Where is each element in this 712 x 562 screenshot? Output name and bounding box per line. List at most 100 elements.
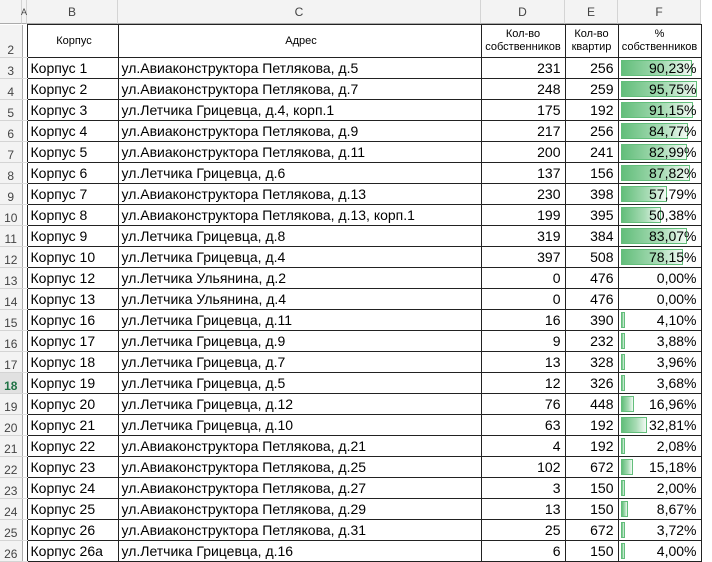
cell-apartments[interactable]: 192: [565, 435, 619, 457]
cell-apartments[interactable]: 395: [565, 204, 619, 226]
cell-owners[interactable]: 231: [481, 57, 566, 79]
row-header[interactable]: 19: [0, 393, 23, 415]
cell-apartments[interactable]: 476: [565, 288, 619, 310]
cell-apartments[interactable]: 256: [565, 120, 619, 142]
cell-owners[interactable]: 137: [481, 162, 566, 184]
cell-building[interactable]: Корпус 21: [27, 414, 119, 436]
cell-percent[interactable]: 4,00%: [618, 540, 702, 562]
cell-address[interactable]: ул.Летчика Грицевца, д.12: [118, 393, 482, 415]
row-header[interactable]: 9: [0, 183, 23, 205]
cell-apartments[interactable]: 508: [565, 246, 619, 268]
cell-percent[interactable]: 90,23%: [618, 57, 702, 79]
cell-percent[interactable]: 3,72%: [618, 519, 702, 541]
row-header[interactable]: 22: [0, 456, 23, 478]
cell-apartments[interactable]: 156: [565, 162, 619, 184]
header-cell-percent[interactable]: % собственников: [618, 24, 702, 58]
cell-building[interactable]: Корпус 26: [27, 519, 119, 541]
header-cell-apartments[interactable]: Кол-во квартир: [565, 24, 619, 58]
cell-apartments[interactable]: 192: [565, 99, 619, 121]
cell-owners[interactable]: 76: [481, 393, 566, 415]
cell-building[interactable]: Корпус 7: [27, 183, 119, 205]
cell-percent[interactable]: 15,18%: [618, 456, 702, 478]
row-header[interactable]: 2: [0, 24, 23, 58]
cell-building[interactable]: Корпус 3: [27, 99, 119, 121]
cell-address[interactable]: ул.Авиаконструктора Петлякова, д.13, кор…: [118, 204, 482, 226]
cell-owners[interactable]: 25: [481, 519, 566, 541]
cell-apartments[interactable]: 241: [565, 141, 619, 163]
row-header[interactable]: 21: [0, 435, 23, 457]
cell-building[interactable]: Корпус 23: [27, 456, 119, 478]
cell-percent[interactable]: 50,38%: [618, 204, 702, 226]
cell-address[interactable]: ул.Авиаконструктора Петлякова, д.29: [118, 498, 482, 520]
row-header[interactable]: 11: [0, 225, 23, 247]
row-header[interactable]: 4: [0, 78, 23, 100]
cell-address[interactable]: ул.Летчика Грицевца, д.10: [118, 414, 482, 436]
cell-building[interactable]: Корпус 12: [27, 267, 119, 289]
cell-building[interactable]: Корпус 20: [27, 393, 119, 415]
cell-address[interactable]: ул.Авиаконструктора Петлякова, д.5: [118, 57, 482, 79]
cell-apartments[interactable]: 326: [565, 372, 619, 394]
row-header[interactable]: 6: [0, 120, 23, 142]
cell-address[interactable]: ул.Летчика Ульянина, д.4: [118, 288, 482, 310]
cell-percent[interactable]: 78,15%: [618, 246, 702, 268]
cell-owners[interactable]: 16: [481, 309, 566, 331]
cell-percent[interactable]: 2,08%: [618, 435, 702, 457]
cell-building[interactable]: Корпус 4: [27, 120, 119, 142]
cell-address[interactable]: ул.Летчика Грицевца, д.16: [118, 540, 482, 562]
cell-apartments[interactable]: 150: [565, 540, 619, 562]
row-header[interactable]: 10: [0, 204, 23, 226]
cell-owners[interactable]: 397: [481, 246, 566, 268]
cell-address[interactable]: ул.Авиаконструктора Петлякова, д.13: [118, 183, 482, 205]
cell-apartments[interactable]: 672: [565, 519, 619, 541]
cell-owners[interactable]: 12: [481, 372, 566, 394]
column-header-d[interactable]: D: [481, 0, 565, 24]
cell-percent[interactable]: 83,07%: [618, 225, 702, 247]
cell-building[interactable]: Корпус 17: [27, 330, 119, 352]
row-header[interactable]: 18: [0, 372, 23, 394]
cell-address[interactable]: ул.Авиаконструктора Петлякова, д.9: [118, 120, 482, 142]
header-cell-building[interactable]: Корпус: [27, 24, 119, 58]
cell-address[interactable]: ул.Летчика Грицевца, д.7: [118, 351, 482, 373]
cell-apartments[interactable]: 259: [565, 78, 619, 100]
cell-apartments[interactable]: 390: [565, 309, 619, 331]
cell-address[interactable]: ул.Летчика Грицевца, д.9: [118, 330, 482, 352]
row-header[interactable]: 13: [0, 267, 23, 289]
cell-building[interactable]: Корпус 19: [27, 372, 119, 394]
row-header[interactable]: 8: [0, 162, 23, 184]
cell-address[interactable]: ул.Летчика Грицевца, д.8: [118, 225, 482, 247]
row-header[interactable]: 17: [0, 351, 23, 373]
cell-owners[interactable]: 9: [481, 330, 566, 352]
cell-percent[interactable]: 32,81%: [618, 414, 702, 436]
row-header[interactable]: 14: [0, 288, 23, 310]
row-header[interactable]: 5: [0, 99, 23, 121]
cell-address[interactable]: ул.Летчика Грицевца, д.4: [118, 246, 482, 268]
cell-percent[interactable]: 4,10%: [618, 309, 702, 331]
cell-address[interactable]: ул.Летчика Грицевца, д.6: [118, 162, 482, 184]
row-header[interactable]: 12: [0, 246, 23, 268]
cell-apartments[interactable]: 328: [565, 351, 619, 373]
cell-address[interactable]: ул.Авиаконструктора Петлякова, д.7: [118, 78, 482, 100]
cell-owners[interactable]: 0: [481, 288, 566, 310]
cell-percent[interactable]: 0,00%: [618, 267, 702, 289]
cell-apartments[interactable]: 192: [565, 414, 619, 436]
cell-percent[interactable]: 3,68%: [618, 372, 702, 394]
cell-owners[interactable]: 0: [481, 267, 566, 289]
cell-address[interactable]: ул.Летчика Ульянина, д.2: [118, 267, 482, 289]
cell-owners[interactable]: 175: [481, 99, 566, 121]
cell-apartments[interactable]: 476: [565, 267, 619, 289]
cell-address[interactable]: ул.Авиаконструктора Петлякова, д.25: [118, 456, 482, 478]
cell-building[interactable]: Корпус 22: [27, 435, 119, 457]
cell-building[interactable]: Корпус 16: [27, 309, 119, 331]
cell-building[interactable]: Корпус 24: [27, 477, 119, 499]
cell-owners[interactable]: 63: [481, 414, 566, 436]
cell-percent[interactable]: 0,00%: [618, 288, 702, 310]
column-header-e[interactable]: E: [565, 0, 618, 24]
cell-percent[interactable]: 82,99%: [618, 141, 702, 163]
cell-building[interactable]: Корпус 18: [27, 351, 119, 373]
cell-owners[interactable]: 230: [481, 183, 566, 205]
column-header-b[interactable]: B: [27, 0, 118, 24]
cell-percent[interactable]: 2,00%: [618, 477, 702, 499]
cell-apartments[interactable]: 672: [565, 456, 619, 478]
cell-owners[interactable]: 3: [481, 477, 566, 499]
cell-apartments[interactable]: 384: [565, 225, 619, 247]
